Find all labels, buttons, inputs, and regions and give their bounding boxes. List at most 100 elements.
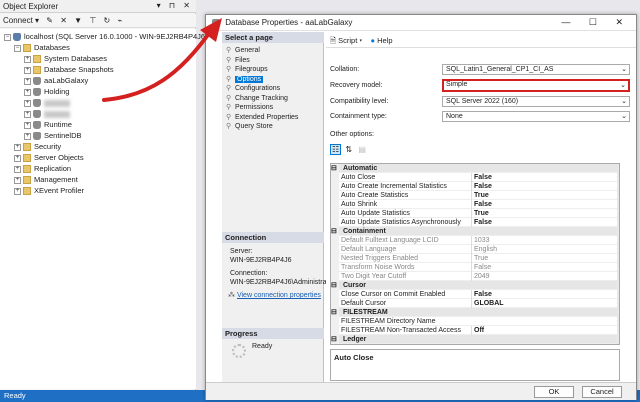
property-row[interactable]: Transform Noise Words False	[331, 263, 619, 272]
property-value[interactable]: True	[471, 209, 611, 218]
tree-node[interactable]: +	[24, 97, 70, 108]
property-row[interactable]: Close Cursor on Commit Enabled False	[331, 290, 619, 299]
script-button[interactable]: 🗎 Script ▾	[330, 36, 362, 45]
tree-node[interactable]: − localhost (SQL Server 16.0.1000 - WIN-9…	[4, 31, 223, 42]
collapse-icon[interactable]: ⊟	[331, 227, 339, 236]
expand-icon[interactable]: +	[24, 88, 31, 96]
tree-node[interactable]: + aaLabGalaxy	[24, 75, 88, 86]
connect-button[interactable]: Connect ▾	[3, 16, 39, 25]
property-row[interactable]: Auto Close False	[331, 173, 619, 182]
expand-icon[interactable]: +	[24, 99, 31, 107]
help-button[interactable]: ● Help	[371, 36, 393, 45]
window-controls[interactable]: — ☐ ✕	[561, 17, 631, 28]
tree-node[interactable]: + Holding	[24, 86, 69, 97]
compatibility-level-select[interactable]: SQL Server 2022 (160) ⌄	[442, 96, 630, 107]
tree-node[interactable]: + Server Objects	[14, 152, 84, 163]
property-category[interactable]: ⊟ Cursor	[331, 281, 619, 290]
property-row[interactable]: FILESTREAM Non-Transacted Access Off	[331, 326, 619, 335]
property-value[interactable]: True	[471, 191, 611, 200]
page-item[interactable]: ⚲ Options	[226, 75, 264, 84]
page-item[interactable]: ⚲ Extended Properties	[226, 113, 298, 122]
property-value[interactable]: False	[471, 182, 611, 191]
grid-scrollbar[interactable]	[617, 164, 619, 344]
ok-button[interactable]: OK	[534, 386, 574, 398]
collapse-icon[interactable]: ⊟	[331, 335, 339, 344]
collation-select[interactable]: SQL_Latin1_General_CP1_CI_AS ⌄	[442, 64, 630, 75]
property-row[interactable]: Two Digit Year Cutoff 2049	[331, 272, 619, 281]
expand-icon[interactable]: +	[14, 187, 21, 195]
categorized-icon[interactable]: ☷	[330, 144, 342, 155]
tree-node[interactable]: + SentinelDB	[24, 130, 82, 141]
expand-icon[interactable]: +	[14, 165, 21, 173]
expand-icon[interactable]: +	[14, 143, 21, 151]
property-row[interactable]: Auto Create Incremental Statistics False	[331, 182, 619, 191]
property-row[interactable]: Auto Shrink False	[331, 200, 619, 209]
property-row[interactable]: Nested Triggers Enabled True	[331, 254, 619, 263]
disconnect-icon[interactable]: ✕	[60, 16, 67, 25]
tree-node[interactable]: + Security	[14, 141, 61, 152]
stop-icon[interactable]: ⊤	[89, 16, 96, 25]
expand-icon[interactable]: +	[24, 110, 31, 118]
property-value[interactable]: GLOBAL	[471, 299, 611, 308]
alphabetical-icon[interactable]: ⇅	[343, 145, 354, 154]
expand-icon[interactable]: +	[24, 77, 31, 85]
property-value[interactable]: False	[471, 290, 611, 299]
property-pages-icon[interactable]: ▤	[356, 145, 368, 154]
property-value[interactable]: True	[471, 254, 611, 263]
tree-node[interactable]: + Replication	[14, 163, 71, 174]
expand-icon[interactable]: +	[24, 132, 31, 140]
tree-node[interactable]: − Databases	[14, 42, 70, 53]
property-row[interactable]: Default Fulltext Language LCID 1033	[331, 236, 619, 245]
cancel-button[interactable]: Cancel	[582, 386, 622, 398]
property-value[interactable]: False	[471, 218, 611, 227]
property-category[interactable]: ⊟ Containment	[331, 227, 619, 236]
page-item[interactable]: ⚲ Permissions	[226, 103, 273, 112]
refresh-icon[interactable]: ↻	[104, 16, 111, 25]
collapse-icon[interactable]: −	[4, 33, 11, 41]
property-category[interactable]: ⊟ Automatic	[331, 164, 619, 173]
page-item[interactable]: ⚲ General	[226, 46, 260, 55]
recovery-model-select[interactable]: Simple ⌄	[442, 79, 630, 92]
connect-icon[interactable]: ✎	[46, 16, 53, 25]
panel-pin-close-icons[interactable]: ▾ ⊓ ✕	[157, 1, 193, 10]
property-category[interactable]: ⊟ FILESTREAM	[331, 308, 619, 317]
property-value[interactable]: False	[471, 263, 611, 272]
page-item[interactable]: ⚲ Change Tracking	[226, 94, 288, 103]
page-item[interactable]: ⚲ Query Store	[226, 122, 273, 131]
property-value[interactable]: Off	[471, 326, 611, 335]
tree-node[interactable]: + Runtime	[24, 119, 72, 130]
collapse-icon[interactable]: −	[14, 44, 21, 52]
property-row[interactable]: FILESTREAM Directory Name	[331, 317, 619, 326]
property-value[interactable]: 1033	[471, 236, 611, 245]
tree-node[interactable]: + Management	[14, 174, 78, 185]
view-connection-properties[interactable]: ⁂ View connection properties	[228, 291, 321, 299]
property-value[interactable]: 2049	[471, 272, 611, 281]
tree-node[interactable]: + XEvent Profiler	[14, 185, 84, 196]
collapse-icon[interactable]: ⊟	[331, 308, 339, 317]
property-row[interactable]: Default Language English	[331, 245, 619, 254]
property-row[interactable]: Default Cursor GLOBAL	[331, 299, 619, 308]
property-row[interactable]: Auto Update Statistics Asynchronously Fal…	[331, 218, 619, 227]
property-row[interactable]: Auto Create Statistics True	[331, 191, 619, 200]
page-item[interactable]: ⚲ Filegroups	[226, 65, 268, 74]
expand-icon[interactable]: +	[24, 121, 31, 129]
tree-node[interactable]: +	[24, 108, 70, 119]
property-row[interactable]: Auto Update Statistics True	[331, 209, 619, 218]
tree-node[interactable]: + Database Snapshots	[24, 64, 114, 75]
options-property-grid[interactable]: ⊟ Automatic Auto Close False Auto Create Inc…	[330, 163, 620, 345]
expand-icon[interactable]: +	[24, 66, 31, 74]
page-item[interactable]: ⚲ Files	[226, 56, 250, 65]
expand-icon[interactable]: +	[14, 154, 21, 162]
property-value[interactable]: False	[471, 173, 611, 182]
property-value[interactable]: English	[471, 245, 611, 254]
filter-icon[interactable]: ▼	[74, 16, 82, 25]
containment-type-select[interactable]: None ⌄	[442, 111, 630, 122]
tree-node[interactable]: + System Databases	[24, 53, 107, 64]
expand-icon[interactable]: +	[14, 176, 21, 184]
activity-icon[interactable]: ⌁	[117, 16, 122, 25]
expand-icon[interactable]: +	[24, 55, 31, 63]
collapse-icon[interactable]: ⊟	[331, 281, 339, 290]
page-item[interactable]: ⚲ Configurations	[226, 84, 280, 93]
collapse-icon[interactable]: ⊟	[331, 164, 339, 173]
property-value[interactable]: False	[471, 200, 611, 209]
